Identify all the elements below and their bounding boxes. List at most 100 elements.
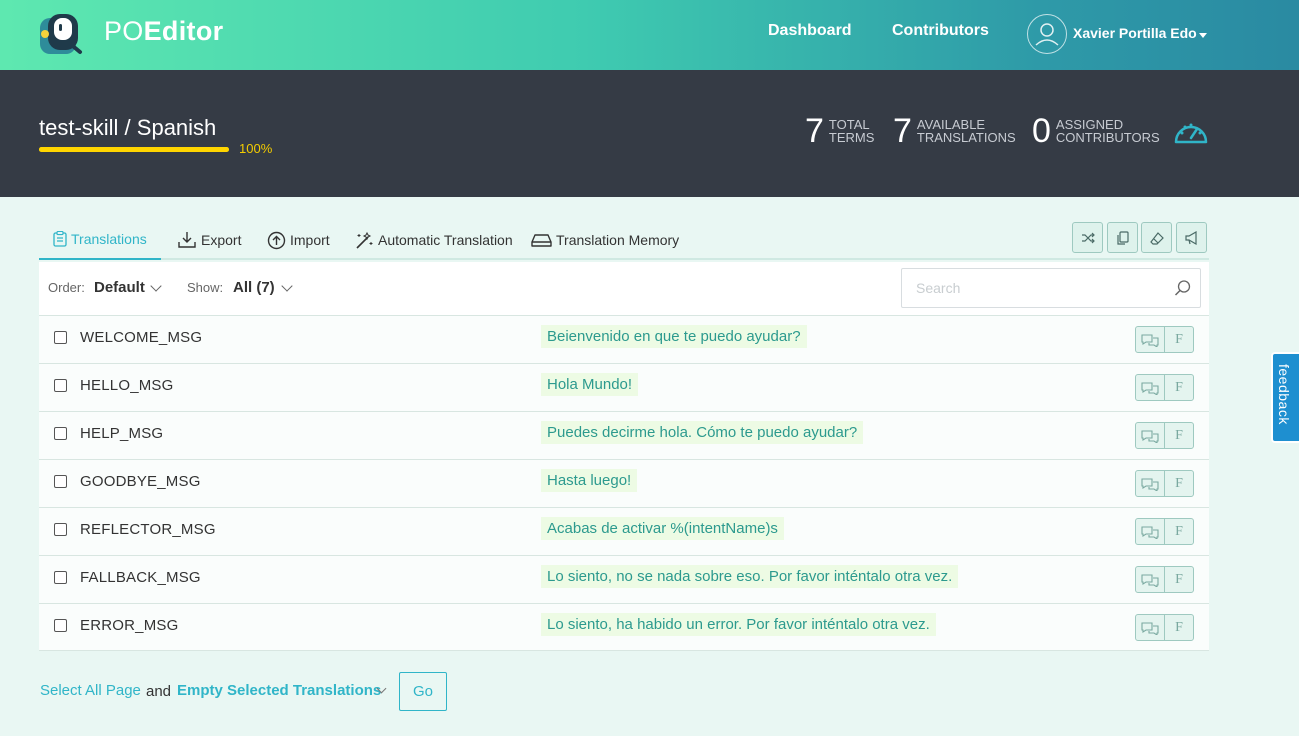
row-checkbox[interactable] xyxy=(54,475,67,488)
comments-button[interactable] xyxy=(1135,566,1165,593)
fuzzy-button[interactable]: F xyxy=(1164,614,1194,641)
translation-text[interactable]: Beienvenido en que te puedo ayudar? xyxy=(541,325,807,348)
stat-label-line2: TRANSLATIONS xyxy=(916,130,1016,145)
eraser-icon xyxy=(1149,231,1164,245)
poeditor-logo-icon[interactable] xyxy=(38,12,92,56)
stat-available-translations: 7 AVAILABLE TRANSLATIONS xyxy=(893,114,1016,148)
feedback-tab[interactable]: feedback xyxy=(1271,352,1299,443)
tab-translation-memory[interactable]: Translation Memory xyxy=(531,220,679,260)
magic-wand-icon xyxy=(356,231,373,249)
comments-icon xyxy=(1141,333,1159,347)
project-title[interactable]: test-skill / Spanish xyxy=(39,115,216,141)
term-key: HELP_MSG xyxy=(80,425,164,442)
shuffle-button[interactable] xyxy=(1072,222,1103,253)
project-summary-band: test-skill / Spanish 100% 7 TOTAL TERMS 7… xyxy=(0,70,1299,197)
nav-dashboard-link[interactable]: Dashboard xyxy=(768,22,852,40)
comments-button[interactable] xyxy=(1135,614,1165,641)
comments-button[interactable] xyxy=(1135,374,1165,401)
fuzzy-button[interactable]: F xyxy=(1164,518,1194,545)
translation-text[interactable]: Hasta luego! xyxy=(541,469,638,492)
filter-bar: Order: Default Show: All (7) xyxy=(39,262,1209,315)
show-chevron-down-icon[interactable] xyxy=(281,280,293,292)
fuzzy-button[interactable]: F xyxy=(1164,326,1194,353)
progress-bar xyxy=(39,147,229,152)
term-key: FALLBACK_MSG xyxy=(80,569,201,586)
nav-contributors-link[interactable]: Contributors xyxy=(892,22,989,40)
tab-import[interactable]: Import xyxy=(267,220,330,260)
order-chevron-down-icon[interactable] xyxy=(150,280,162,292)
comments-button[interactable] xyxy=(1135,470,1165,497)
table-row: WELCOME_MSG Beienvenido en que te puedo … xyxy=(39,315,1209,363)
fuzzy-button[interactable]: F xyxy=(1164,422,1194,449)
user-menu-name[interactable]: Xavier Portilla Edo xyxy=(1073,25,1197,41)
eraser-button[interactable] xyxy=(1141,222,1172,253)
stat-label: AVAILABLE TRANSLATIONS xyxy=(917,118,1016,144)
table-row: HELLO_MSG Hola Mundo! F xyxy=(39,363,1209,411)
tab-export[interactable]: Export xyxy=(177,220,241,260)
show-dropdown[interactable]: All (7) xyxy=(233,279,275,296)
logo-suffix: Editor xyxy=(143,16,224,46)
order-label: Order: xyxy=(48,280,85,295)
tab-automatic-translation[interactable]: Automatic Translation xyxy=(355,220,513,260)
row-checkbox[interactable] xyxy=(54,523,67,536)
comments-icon xyxy=(1141,477,1159,491)
order-dropdown[interactable]: Default xyxy=(94,279,145,296)
tab-translations[interactable]: Translations xyxy=(39,220,161,260)
stat-number: 0 xyxy=(1032,112,1051,150)
row-checkbox[interactable] xyxy=(54,619,67,632)
stat-label-line2: TERMS xyxy=(828,130,875,145)
stat-assigned-contributors: 0 ASSIGNED CONTRIBUTORS xyxy=(1032,114,1160,148)
row-checkbox[interactable] xyxy=(54,379,67,392)
copy-button[interactable] xyxy=(1107,222,1138,253)
tab-label: Translation Memory xyxy=(556,232,680,248)
announce-button[interactable] xyxy=(1176,222,1207,253)
table-row: REFLECTOR_MSG Acabas de activar %(intent… xyxy=(39,507,1209,555)
fuzzy-button[interactable]: F xyxy=(1164,566,1194,593)
clipboard-icon xyxy=(53,231,67,247)
stat-total-terms: 7 TOTAL TERMS xyxy=(805,114,874,148)
translation-text[interactable]: Acabas de activar %(intentName)s xyxy=(541,517,784,540)
comments-button[interactable] xyxy=(1135,326,1165,353)
stat-label: ASSIGNED CONTRIBUTORS xyxy=(1056,118,1160,144)
tab-label: Import xyxy=(290,232,330,248)
term-key: ERROR_MSG xyxy=(80,617,179,634)
user-menu-caret-icon[interactable] xyxy=(1199,33,1207,38)
stat-number: 7 xyxy=(805,112,824,150)
row-checkbox[interactable] xyxy=(54,571,67,584)
user-avatar-icon[interactable] xyxy=(1027,14,1067,54)
translation-text[interactable]: Puedes decirme hola. Cómo te puedo ayuda… xyxy=(541,421,864,444)
search-input[interactable] xyxy=(916,269,1166,307)
comments-button[interactable] xyxy=(1135,518,1165,545)
comments-button[interactable] xyxy=(1135,422,1165,449)
row-checkbox[interactable] xyxy=(54,427,67,440)
translation-text[interactable]: Lo siento, no se nada sobre eso. Por fav… xyxy=(541,565,959,588)
dashboard-gauge-icon[interactable] xyxy=(1173,118,1209,146)
term-key: WELCOME_MSG xyxy=(80,329,203,346)
stat-label-line2: CONTRIBUTORS xyxy=(1055,130,1160,145)
tab-label: Export xyxy=(201,232,242,248)
progress-bar-fill xyxy=(39,147,229,152)
comments-icon xyxy=(1141,621,1159,635)
tab-label: Automatic Translation xyxy=(378,232,513,248)
shuffle-icon xyxy=(1081,232,1095,243)
download-icon xyxy=(178,232,196,248)
upload-circle-icon xyxy=(267,231,286,249)
table-row: HELP_MSG Puedes decirme hola. Cómo te pu… xyxy=(39,411,1209,459)
logo-wordmark[interactable]: POEditor xyxy=(104,16,223,47)
fuzzy-button[interactable]: F xyxy=(1164,374,1194,401)
translation-text[interactable]: Hola Mundo! xyxy=(541,373,639,396)
select-all-page-link[interactable]: Select All Page xyxy=(40,682,141,699)
drive-icon xyxy=(531,234,552,247)
term-key: HELLO_MSG xyxy=(80,377,174,394)
go-button[interactable]: Go xyxy=(399,672,447,711)
fuzzy-button[interactable]: F xyxy=(1164,470,1194,497)
and-label: and xyxy=(146,683,172,700)
translation-text[interactable]: Lo siento, ha habido un error. Por favor… xyxy=(541,613,936,636)
stat-label: TOTAL TERMS xyxy=(829,118,875,144)
bulk-action-dropdown[interactable]: Empty Selected Translations xyxy=(177,682,381,699)
search-icon[interactable] xyxy=(1174,279,1192,297)
row-checkbox[interactable] xyxy=(54,331,67,344)
term-key: REFLECTOR_MSG xyxy=(80,521,216,538)
top-header: POEditor Dashboard Contributors Xavier P… xyxy=(0,0,1299,70)
search-box xyxy=(901,268,1201,308)
